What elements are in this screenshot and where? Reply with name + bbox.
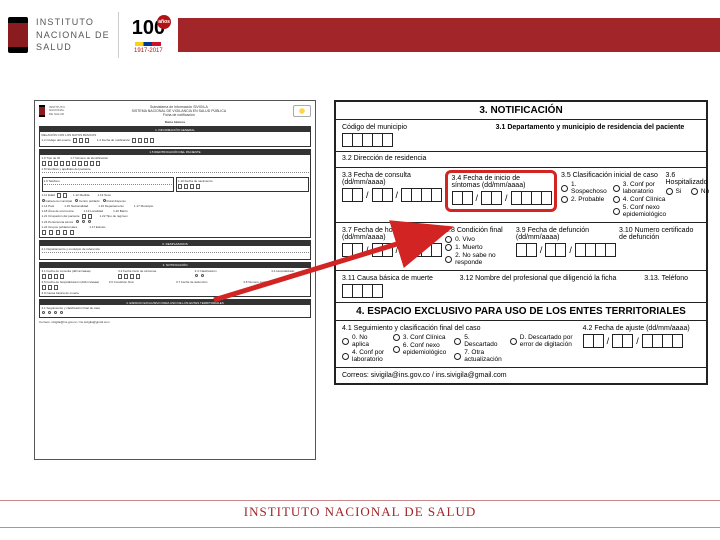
zoom-sec4-title: 4. ESPACIO EXCLUSIVO PARA USO DE LOS ENT… bbox=[336, 303, 706, 321]
ins-text: INSTITUTO NACIONAL DE SALUD bbox=[36, 16, 110, 54]
zoom-notification-panel: 3. NOTIFICACIÓN Código del municipio 3.1… bbox=[334, 100, 708, 385]
ins-line3: SALUD bbox=[36, 41, 110, 54]
colombia-flag-icon bbox=[135, 42, 161, 46]
thumb-sec1: 1. INFORMACIÓN GENERAL bbox=[40, 127, 310, 132]
zoom-correos: Correos: sivigila@ins.gov.co / ins.sivig… bbox=[336, 368, 706, 383]
coat-of-arms-icon bbox=[293, 105, 311, 117]
form-thumbnail: INSTITUTONACIONALDE SALUD Subsistema de … bbox=[34, 100, 316, 460]
header-red-bar bbox=[178, 18, 720, 52]
hundred-number: 100 años bbox=[132, 17, 165, 40]
years-range: 1917-2017 bbox=[134, 48, 163, 54]
thumb-sec1b: 1.5 IDENTIFICACIÓN DEL PACIENTE bbox=[40, 150, 310, 155]
footer-bar: INSTITUTO NACIONAL DE SALUD bbox=[0, 500, 720, 522]
thumb-datos: Datos básicos bbox=[39, 120, 311, 124]
thumb-ins-text: INSTITUTONACIONALDE SALUD bbox=[49, 106, 65, 116]
zoom-sec3-title: 3. NOTIFICACIÓN bbox=[336, 102, 706, 120]
thumb-title: Subsistema de información SIVIGILA SISTE… bbox=[69, 105, 289, 117]
hundred-years-logo: 100 años 1917-2017 bbox=[118, 12, 172, 58]
ins-line1: INSTITUTO bbox=[36, 16, 110, 29]
thumb-ins-mark-icon bbox=[39, 105, 45, 117]
ins-line2: NACIONAL DE bbox=[36, 29, 110, 42]
thumb-correo: Correos: sivigila@ins.gov.co / ins.sivig… bbox=[39, 320, 311, 324]
content-area: INSTITUTONACIONALDE SALUD Subsistema de … bbox=[34, 100, 710, 482]
footer-divider bbox=[0, 527, 720, 528]
field-34-highlight: 3.4 Fecha de inicio de síntomas (dd/mm/a… bbox=[445, 170, 558, 212]
anos-badge-icon: años bbox=[157, 15, 171, 29]
footer-text: INSTITUTO NACIONAL DE SALUD bbox=[244, 504, 476, 519]
header-bar: INSTITUTO NACIONAL DE SALUD 100 años 191… bbox=[0, 0, 720, 70]
ins-logo: INSTITUTO NACIONAL DE SALUD bbox=[0, 16, 118, 54]
ins-mark-icon bbox=[8, 17, 28, 53]
